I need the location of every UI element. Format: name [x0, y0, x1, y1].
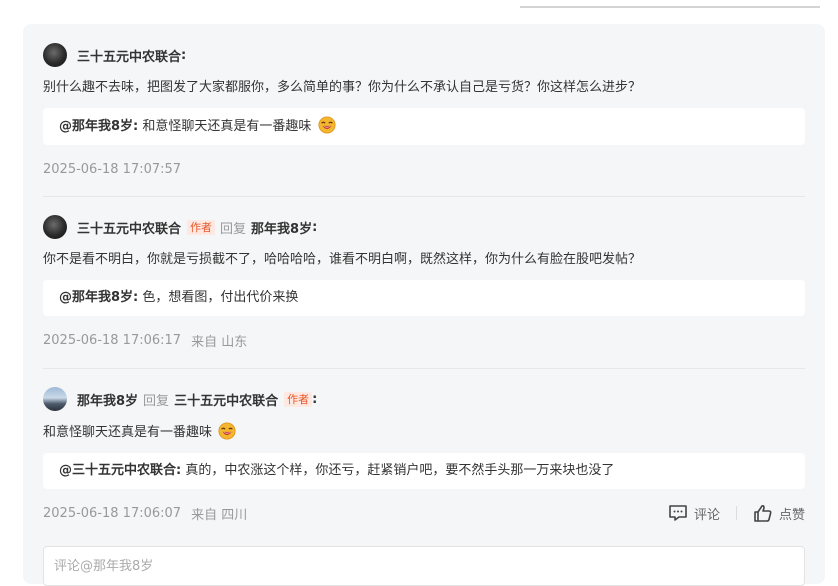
reply-label: 回复 — [143, 393, 170, 409]
comment-content: 别什么趣不去味，把图发了大家都服你，多么简单的事？你为什么不承认自己是亏货？你这… — [43, 78, 805, 98]
quoted-author[interactable]: @那年我8岁: — [59, 119, 138, 134]
divider — [43, 368, 805, 369]
author-badge: 作者 — [187, 219, 216, 235]
comment-input-box — [43, 546, 805, 586]
comment-timestamp: 2025-06-18 17:07:57 — [43, 161, 182, 177]
quoted-text: 和意怪聊天还真是有一番趣味 — [142, 119, 312, 134]
top-header-fragment — [0, 0, 838, 24]
comment-icon — [669, 505, 687, 521]
comment-input[interactable] — [44, 547, 804, 585]
comment-actions: 评论 点赞 — [668, 504, 805, 523]
author-name[interactable]: 那年我8岁 — [77, 390, 138, 409]
avatar[interactable] — [43, 387, 67, 411]
comment-author-row: 三十五元中农联合 作者 回复 那年我8岁 : — [43, 214, 805, 240]
comment-item: 三十五元中农联合 : 别什么趣不去味，把图发了大家都服你，多么简单的事？你为什么… — [43, 42, 805, 179]
avatar[interactable] — [43, 215, 67, 239]
comment-item: 那年我8岁 回复 三十五元中农联合 作者 : 和意怪聊天还真是有一番趣味 @三十… — [43, 386, 805, 523]
author-badge: 作者 — [284, 391, 313, 407]
comment-timestamp: 2025-06-18 17:06:07 — [43, 505, 182, 521]
quoted-author[interactable]: @那年我8岁: — [59, 290, 138, 305]
quoted-text: 色，想看图，付出代价来换 — [142, 290, 299, 305]
comment-text: 别什么趣不去味，把图发了大家都服你，多么简单的事？你为什么不承认自己是亏货？你这… — [43, 80, 642, 95]
comment-content: 和意怪聊天还真是有一番趣味 — [43, 422, 805, 443]
laughing-emoji-icon — [218, 422, 236, 440]
avatar[interactable] — [43, 43, 67, 67]
thumbs-up-icon — [754, 504, 772, 522]
comment-meta: 2025-06-18 17:06:07 来自 四川 评论 点赞 — [43, 503, 805, 523]
comment-text: 你不是看不明白，你就是亏损截不了，哈哈哈哈，谁看不明白啊，既然这样，你为什么有脸… — [43, 252, 642, 267]
quoted-comment: @那年我8岁: 色，想看图，付出代价来换 — [43, 280, 805, 316]
laughing-emoji-icon — [317, 116, 336, 134]
quoted-comment: @三十五元中农联合: 真的，中农涨这个样，你还亏，赶紧销户吧，要不然手头那一万来… — [43, 453, 805, 489]
author-name[interactable]: 三十五元中农联合 — [77, 218, 181, 237]
comment-button[interactable]: 评论 — [668, 504, 720, 523]
reply-to-name[interactable]: 那年我8岁 — [251, 218, 312, 237]
comment-timestamp: 2025-06-18 17:06:17 — [43, 332, 182, 348]
author-colon: : — [312, 391, 318, 407]
author-colon: : — [312, 219, 318, 235]
reply-to-name[interactable]: 三十五元中农联合 — [174, 390, 278, 409]
comment-content: 你不是看不明白，你就是亏损截不了，哈哈哈哈，谁看不明白啊，既然这样，你为什么有脸… — [43, 250, 805, 270]
comment-item: 三十五元中农联合 作者 回复 那年我8岁 : 你不是看不明白，你就是亏损截不了，… — [43, 214, 805, 350]
quoted-comment: @那年我8岁: 和意怪聊天还真是有一番趣味 — [43, 108, 805, 145]
comment-location: 来自 四川 — [191, 507, 248, 523]
like-button[interactable]: 点赞 — [753, 504, 805, 523]
reply-thread-panel: 三十五元中农联合 : 别什么趣不去味，把图发了大家都服你，多么简单的事？你为什么… — [23, 24, 825, 586]
comment-location: 来自 山东 — [191, 334, 248, 350]
comment-author-row: 那年我8岁 回复 三十五元中农联合 作者 : — [43, 386, 805, 412]
comment-author-row: 三十五元中农联合 : — [43, 42, 805, 68]
comment-text: 和意怪聊天还真是有一番趣味 — [43, 425, 213, 440]
reply-label: 回复 — [220, 221, 247, 237]
quoted-text: 真的，中农涨这个样，你还亏，赶紧销户吧，要不然手头那一万来块也没了 — [185, 463, 615, 478]
comment-button-label: 评论 — [693, 507, 720, 523]
divider — [43, 196, 805, 197]
author-colon: : — [181, 47, 187, 63]
comment-meta: 2025-06-18 17:07:57 — [43, 159, 805, 179]
quoted-author[interactable]: @三十五元中农联合: — [59, 463, 181, 478]
action-separator — [735, 506, 737, 520]
comment-meta: 2025-06-18 17:06:17 来自 山东 — [43, 330, 805, 350]
author-name[interactable]: 三十五元中农联合 — [77, 46, 181, 65]
like-button-label: 点赞 — [778, 507, 805, 523]
